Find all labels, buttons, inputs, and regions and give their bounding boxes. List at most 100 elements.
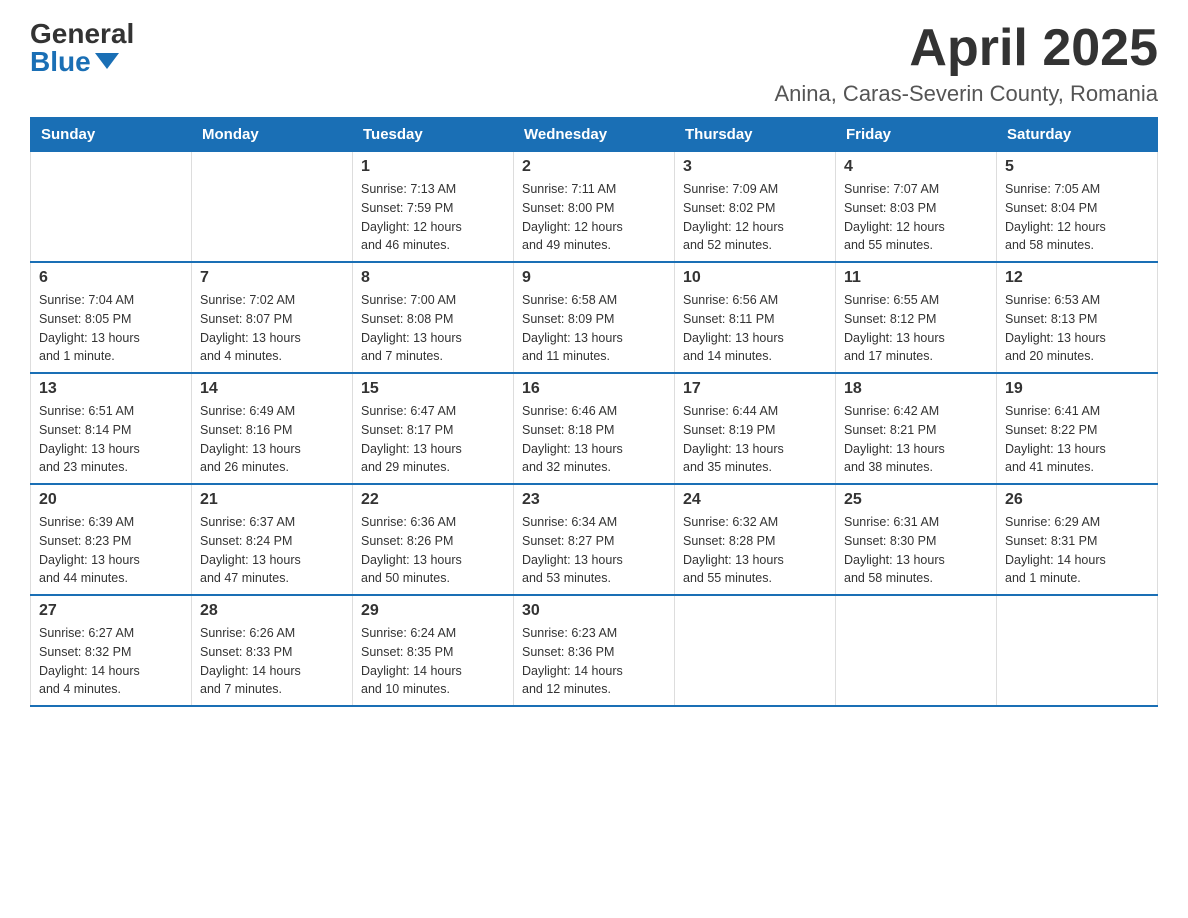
day-info: Sunrise: 6:42 AM Sunset: 8:21 PM Dayligh… (844, 402, 988, 477)
day-number: 24 (683, 491, 827, 509)
day-cell: 5Sunrise: 7:05 AM Sunset: 8:04 PM Daylig… (997, 152, 1158, 263)
day-number: 15 (361, 380, 505, 398)
day-cell: 9 Sunrise: 6:58 AM Sunset: 8:09 PM Daylig… (514, 262, 675, 373)
day-info: Sunrise: 6:41 AM Sunset: 8:22 PM Dayligh… (1005, 402, 1149, 477)
day-info: Sunrise: 7:07 AM Sunset: 8:03 PM Dayligh… (844, 180, 988, 255)
logo-blue-text: Blue (30, 48, 119, 76)
day-cell: 1 Sunrise: 7:13 AM Sunset: 7:59 PM Daylig… (353, 152, 514, 263)
day-cell: 30 Sunrise: 6:23 AM Sunset: 8:36 PM Dayli… (514, 595, 675, 706)
day-cell: 16Sunrise: 6:46 AM Sunset: 8:18 PM Dayli… (514, 373, 675, 484)
day-cell: 15 Sunrise: 6:47 AM Sunset: 8:17 PM Dayli… (353, 373, 514, 484)
day-cell: 10Sunrise: 6:56 AM Sunset: 8:11 PM Dayli… (675, 262, 836, 373)
week-row-1: 1 Sunrise: 7:13 AM Sunset: 7:59 PM Daylig… (31, 152, 1158, 263)
col-saturday: Saturday (997, 118, 1158, 152)
col-thursday: Thursday (675, 118, 836, 152)
day-number: 19 (1005, 380, 1149, 398)
day-number: 20 (39, 491, 183, 509)
header-row: Sunday Monday Tuesday Wednesday Thursday… (31, 118, 1158, 152)
day-cell (997, 595, 1158, 706)
day-cell: 7 Sunrise: 7:02 AM Sunset: 8:07 PM Daylig… (192, 262, 353, 373)
day-number: 1 (361, 158, 505, 176)
day-number: 22 (361, 491, 505, 509)
col-wednesday: Wednesday (514, 118, 675, 152)
day-info: Sunrise: 6:31 AM Sunset: 8:30 PM Dayligh… (844, 513, 988, 588)
day-cell: 26 Sunrise: 6:29 AM Sunset: 8:31 PM Dayli… (997, 484, 1158, 595)
calendar-body: 1 Sunrise: 7:13 AM Sunset: 7:59 PM Daylig… (31, 152, 1158, 707)
day-info: Sunrise: 6:37 AM Sunset: 8:24 PM Dayligh… (200, 513, 344, 588)
day-cell: 14 Sunrise: 6:49 AM Sunset: 8:16 PM Dayli… (192, 373, 353, 484)
day-cell: 20Sunrise: 6:39 AM Sunset: 8:23 PM Dayli… (31, 484, 192, 595)
day-info: Sunrise: 7:13 AM Sunset: 7:59 PM Dayligh… (361, 180, 505, 255)
week-row-3: 13 Sunrise: 6:51 AM Sunset: 8:14 PM Dayli… (31, 373, 1158, 484)
day-number: 30 (522, 602, 666, 620)
day-info: Sunrise: 6:47 AM Sunset: 8:17 PM Dayligh… (361, 402, 505, 477)
day-info: Sunrise: 6:44 AM Sunset: 8:19 PM Dayligh… (683, 402, 827, 477)
day-info: Sunrise: 6:29 AM Sunset: 8:31 PM Dayligh… (1005, 513, 1149, 588)
week-row-5: 27Sunrise: 6:27 AM Sunset: 8:32 PM Dayli… (31, 595, 1158, 706)
day-info: Sunrise: 7:00 AM Sunset: 8:08 PM Dayligh… (361, 291, 505, 366)
day-number: 2 (522, 158, 666, 176)
logo-triangle-icon (95, 53, 119, 69)
day-info: Sunrise: 6:49 AM Sunset: 8:16 PM Dayligh… (200, 402, 344, 477)
day-cell: 21 Sunrise: 6:37 AM Sunset: 8:24 PM Dayli… (192, 484, 353, 595)
day-cell (192, 152, 353, 263)
day-number: 7 (200, 269, 344, 287)
day-info: Sunrise: 6:23 AM Sunset: 8:36 PM Dayligh… (522, 624, 666, 699)
col-friday: Friday (836, 118, 997, 152)
day-cell (675, 595, 836, 706)
day-info: Sunrise: 6:53 AM Sunset: 8:13 PM Dayligh… (1005, 291, 1149, 366)
logo: General Blue (30, 20, 134, 76)
day-cell: 17 Sunrise: 6:44 AM Sunset: 8:19 PM Dayli… (675, 373, 836, 484)
day-info: Sunrise: 6:58 AM Sunset: 8:09 PM Dayligh… (522, 291, 666, 366)
day-info: Sunrise: 6:24 AM Sunset: 8:35 PM Dayligh… (361, 624, 505, 699)
day-cell: 3 Sunrise: 7:09 AM Sunset: 8:02 PM Daylig… (675, 152, 836, 263)
day-number: 8 (361, 269, 505, 287)
day-number: 29 (361, 602, 505, 620)
day-info: Sunrise: 7:11 AM Sunset: 8:00 PM Dayligh… (522, 180, 666, 255)
day-cell: 29 Sunrise: 6:24 AM Sunset: 8:35 PM Dayli… (353, 595, 514, 706)
day-number: 11 (844, 269, 988, 287)
day-number: 23 (522, 491, 666, 509)
logo-general-text: General (30, 20, 134, 48)
day-info: Sunrise: 7:05 AM Sunset: 8:04 PM Dayligh… (1005, 180, 1149, 255)
day-info: Sunrise: 6:34 AM Sunset: 8:27 PM Dayligh… (522, 513, 666, 588)
day-number: 17 (683, 380, 827, 398)
day-number: 10 (683, 269, 827, 287)
day-cell: 27Sunrise: 6:27 AM Sunset: 8:32 PM Dayli… (31, 595, 192, 706)
location-label: Anina, Caras-Severin County, Romania (774, 81, 1158, 107)
day-info: Sunrise: 6:51 AM Sunset: 8:14 PM Dayligh… (39, 402, 183, 477)
day-number: 13 (39, 380, 183, 398)
day-number: 6 (39, 269, 183, 287)
day-cell: 13 Sunrise: 6:51 AM Sunset: 8:14 PM Dayli… (31, 373, 192, 484)
day-cell: 12 Sunrise: 6:53 AM Sunset: 8:13 PM Dayli… (997, 262, 1158, 373)
day-number: 21 (200, 491, 344, 509)
day-cell: 28Sunrise: 6:26 AM Sunset: 8:33 PM Dayli… (192, 595, 353, 706)
day-cell: 8 Sunrise: 7:00 AM Sunset: 8:08 PM Daylig… (353, 262, 514, 373)
day-info: Sunrise: 6:32 AM Sunset: 8:28 PM Dayligh… (683, 513, 827, 588)
day-number: 12 (1005, 269, 1149, 287)
col-tuesday: Tuesday (353, 118, 514, 152)
day-number: 27 (39, 602, 183, 620)
month-title: April 2025 (774, 20, 1158, 77)
day-info: Sunrise: 7:09 AM Sunset: 8:02 PM Dayligh… (683, 180, 827, 255)
calendar-table: Sunday Monday Tuesday Wednesday Thursday… (30, 117, 1158, 707)
day-info: Sunrise: 6:26 AM Sunset: 8:33 PM Dayligh… (200, 624, 344, 699)
day-cell: 11Sunrise: 6:55 AM Sunset: 8:12 PM Dayli… (836, 262, 997, 373)
day-number: 14 (200, 380, 344, 398)
title-block: April 2025 Anina, Caras-Severin County, … (774, 20, 1158, 107)
day-number: 3 (683, 158, 827, 176)
day-cell: 2 Sunrise: 7:11 AM Sunset: 8:00 PM Daylig… (514, 152, 675, 263)
day-cell: 18Sunrise: 6:42 AM Sunset: 8:21 PM Dayli… (836, 373, 997, 484)
col-sunday: Sunday (31, 118, 192, 152)
day-number: 16 (522, 380, 666, 398)
day-cell (31, 152, 192, 263)
day-number: 26 (1005, 491, 1149, 509)
week-row-4: 20Sunrise: 6:39 AM Sunset: 8:23 PM Dayli… (31, 484, 1158, 595)
day-cell: 19 Sunrise: 6:41 AM Sunset: 8:22 PM Dayli… (997, 373, 1158, 484)
day-cell: 25Sunrise: 6:31 AM Sunset: 8:30 PM Dayli… (836, 484, 997, 595)
day-cell: 6Sunrise: 7:04 AM Sunset: 8:05 PM Daylig… (31, 262, 192, 373)
col-monday: Monday (192, 118, 353, 152)
day-cell: 24 Sunrise: 6:32 AM Sunset: 8:28 PM Dayli… (675, 484, 836, 595)
day-info: Sunrise: 7:02 AM Sunset: 8:07 PM Dayligh… (200, 291, 344, 366)
day-number: 9 (522, 269, 666, 287)
